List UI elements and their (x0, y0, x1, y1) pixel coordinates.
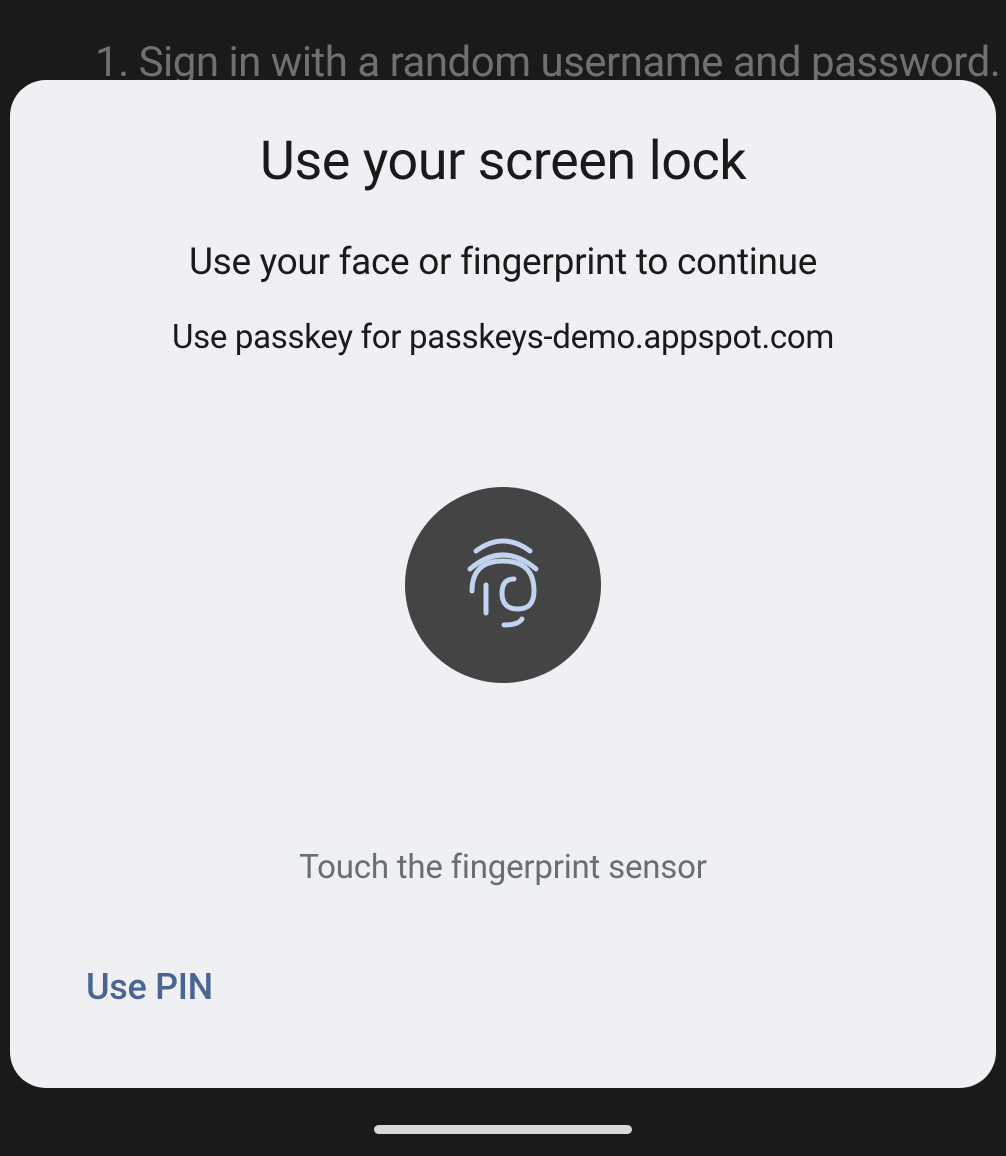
use-pin-button[interactable]: Use PIN (70, 966, 936, 1038)
fingerprint-hint-text: Touch the fingerprint sensor (70, 848, 936, 887)
fingerprint-icon (458, 533, 548, 637)
dialog-description: Use passkey for passkeys-demo.appspot.co… (70, 318, 936, 357)
navigation-handle[interactable] (374, 1125, 632, 1134)
fingerprint-sensor-button[interactable] (405, 487, 601, 683)
dialog-title: Use your screen lock (70, 130, 936, 193)
biometric-prompt-sheet: Use your screen lock Use your face or fi… (10, 80, 996, 1088)
dialog-subtitle: Use your face or fingerprint to continue (70, 241, 936, 284)
